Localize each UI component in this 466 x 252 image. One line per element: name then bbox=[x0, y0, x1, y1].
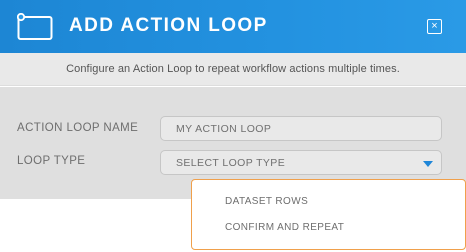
option-confirm-and-repeat[interactable]: CONFIRM AND REPEAT bbox=[225, 222, 344, 233]
loop-type-label: LOOP TYPE bbox=[17, 155, 86, 167]
dialog-header: ADD ACTION LOOP × bbox=[0, 0, 466, 53]
loop-type-dropdown: DATASET ROWS CONFIRM AND REPEAT bbox=[191, 179, 466, 250]
action-loop-name-value: MY ACTION LOOP bbox=[176, 123, 272, 135]
loop-type-value: SELECT LOOP TYPE bbox=[176, 157, 286, 169]
caret-down-icon bbox=[423, 161, 433, 167]
action-loop-name-label: ACTION LOOP NAME bbox=[17, 122, 139, 134]
loop-window-icon bbox=[17, 13, 53, 40]
action-loop-name-input[interactable]: MY ACTION LOOP bbox=[160, 116, 442, 141]
dialog-title: ADD ACTION LOOP bbox=[69, 15, 268, 36]
option-dataset-rows[interactable]: DATASET ROWS bbox=[225, 196, 308, 207]
description-bar: Configure an Action Loop to repeat workf… bbox=[0, 53, 466, 86]
loop-type-select[interactable]: SELECT LOOP TYPE bbox=[160, 150, 442, 175]
add-action-loop-dialog: ADD ACTION LOOP × Configure an Action Lo… bbox=[0, 0, 466, 252]
close-icon[interactable]: × bbox=[427, 19, 442, 34]
dialog-description: Configure an Action Loop to repeat workf… bbox=[66, 63, 400, 75]
